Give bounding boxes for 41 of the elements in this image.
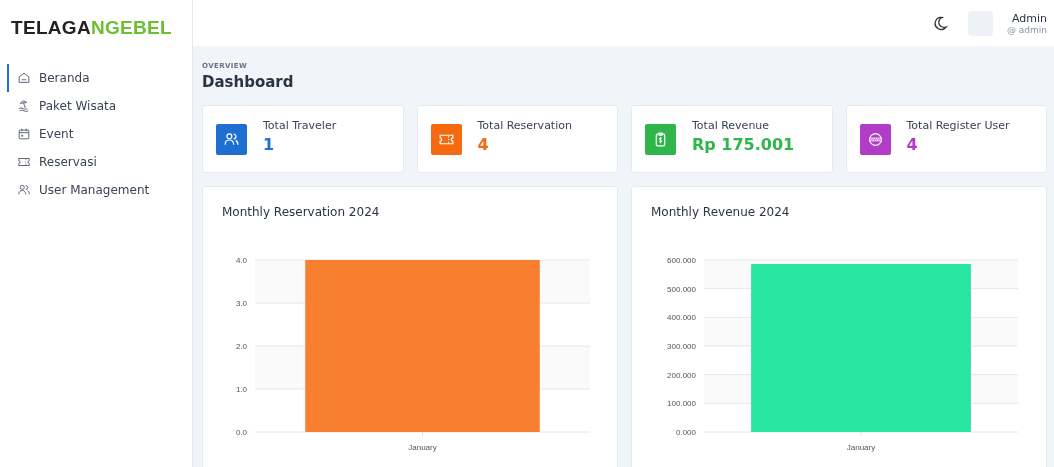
logo: TELAGANGEBEL	[11, 17, 172, 39]
beach-umbrella-icon	[17, 99, 31, 113]
axis-tick-label: 3.0	[235, 299, 247, 308]
home-icon	[17, 71, 31, 85]
sidebar-item[interactable]: User Management	[7, 176, 192, 204]
chart-title: Monthly Reservation 2024	[222, 205, 380, 219]
sidebar-item[interactable]: Event	[7, 120, 192, 148]
ticket-icon	[17, 155, 31, 169]
axis-category-label: January	[846, 443, 876, 452]
axis-tick-label: 4.0	[235, 256, 247, 265]
stat-value: Rp 175.001	[692, 134, 795, 154]
sidebar-item[interactable]: Paket Wisata	[7, 92, 192, 120]
moon-icon[interactable]	[931, 15, 948, 31]
chart-title: Monthly Revenue 2024	[651, 205, 790, 219]
stat-label: Total Revenue	[692, 118, 771, 132]
axis-tick-label: 100.000	[667, 399, 696, 409]
calendar-icon	[17, 127, 31, 141]
stat-value: 4	[906, 134, 919, 154]
axis-tick-label: 300.000	[667, 342, 696, 351]
axis-tick-label: 2.0	[235, 342, 247, 351]
globe-icon	[866, 130, 884, 148]
sidebar-item[interactable]: Reservasi	[7, 148, 192, 176]
stat-label: Total Traveler	[263, 118, 337, 132]
axis-tick-label: 200.000	[667, 370, 696, 380]
sidebar-item[interactable]: Beranda	[7, 64, 192, 92]
axis-tick-label: 400.000	[667, 313, 696, 323]
axis-tick-label: 0.0	[235, 428, 247, 437]
stat-label: Total Reservation	[477, 118, 572, 132]
axis-tick-label: 1.0	[235, 385, 247, 394]
axis-tick-label: 600.000	[667, 256, 696, 265]
user-name: Admin	[1011, 11, 1047, 25]
page-title: Dashboard	[202, 73, 294, 91]
stat-value: 4	[477, 134, 490, 154]
axis-category-label: January	[408, 443, 437, 452]
stat-label: Total Register User	[906, 118, 1010, 132]
axis-tick-label: 0.000	[675, 428, 696, 437]
users-icon	[17, 183, 31, 197]
axis-tick-label: 500.000	[667, 284, 696, 294]
stat-value: 1	[263, 134, 276, 154]
users-icon	[223, 130, 240, 148]
user-handle: @ admin	[1006, 24, 1047, 35]
